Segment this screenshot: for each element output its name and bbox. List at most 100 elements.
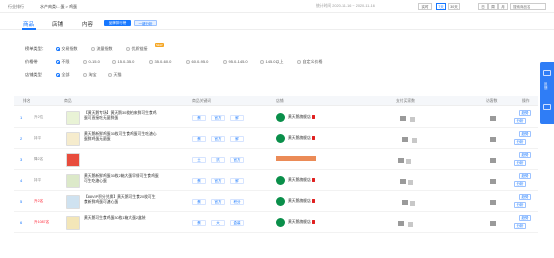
trend-button[interactable]: 趋势 (519, 173, 531, 179)
buyers-value-redacted (400, 116, 406, 121)
analyze-button[interactable]: 一键分析 (134, 20, 157, 26)
keyword-tag[interactable]: 鲜 (230, 136, 244, 142)
buyers-value-redacted (406, 159, 411, 164)
7day-button[interactable]: 7天 (436, 3, 446, 10)
trend-button[interactable]: 趋势 (519, 131, 531, 137)
shop-option-1[interactable]: 淘宝 (83, 72, 97, 78)
analyze-link[interactable]: 分析 (514, 118, 526, 124)
shop-name[interactable]: 黄天鹅旗舰店 (288, 136, 316, 141)
product-thumbnail[interactable] (66, 174, 80, 188)
buyers-value-redacted (408, 222, 413, 227)
product-thumbnail[interactable] (66, 132, 80, 146)
product-title[interactable]: 黄天鹅新鲜鸡蛋30枚2箱大蛋早餐可生食鸡蛋可生吃溏心蛋 (84, 174, 159, 184)
price-option-6[interactable]: 145.0以上 (260, 59, 284, 65)
analyze-link[interactable]: 分析 (514, 139, 526, 145)
visitors-value-redacted (490, 116, 496, 121)
product-title[interactable]: 黄天鹅可生食鸡蛋30枚1箱大蛋2盒装 (84, 216, 159, 221)
rank-option-2[interactable]: 优质链接 (126, 46, 148, 52)
breadcrumb-path[interactable]: 水产肉类/...蛋 > 鸡蛋 (40, 4, 77, 10)
tab-shop[interactable]: 店铺 (52, 20, 63, 28)
rank-option-1[interactable]: 流量指数 (91, 46, 113, 52)
col-keywords: 商品关键词 (192, 99, 211, 103)
shop-redacted (276, 156, 316, 161)
day-button[interactable]: 日 (478, 3, 488, 10)
trend-button[interactable]: 趋势 (519, 110, 531, 116)
col-visitors[interactable]: 访客数 (486, 99, 497, 104)
keyword-tag[interactable]: 积分 (230, 199, 244, 205)
table-row[interactable]: 4 持平 黄天鹅新鲜鸡蛋30枚2箱大蛋早餐可生食鸡蛋可生吃溏心蛋 蛋官方鲜 黄天鹅旗舰店… (14, 171, 538, 191)
breadcrumb-root[interactable]: 行业排行 (8, 4, 24, 10)
keyword-tag[interactable]: 官方 (230, 157, 244, 163)
table-row[interactable]: 1 升2位 【黄天鹅专场】黄天鹅30枚柏来鲜可生食鸡蛋可直接吃无菌鲜蛋 蛋官方鲜 黄天鹅… (14, 108, 538, 128)
keyword-tag[interactable]: 蛋 (192, 115, 206, 121)
price-option-2[interactable]: 15.0-35.0 (112, 59, 134, 64)
keyword-tag[interactable]: 蛋 (192, 199, 206, 205)
table-row[interactable]: 6 升1087名 黄天鹅可生食鸡蛋30枚1箱大蛋2盒装蛋大盒装 黄天鹅旗舰店 趋势 分析 (14, 213, 538, 233)
keyword-tag[interactable]: 鲜 (230, 178, 244, 184)
analyze-link[interactable]: 分析 (514, 181, 526, 187)
week-button[interactable]: 周 (488, 3, 498, 10)
trend-button[interactable]: 趋势 (519, 194, 531, 200)
keyword-tag[interactable]: 官方 (211, 136, 225, 142)
analyze-link[interactable]: 分析 (514, 160, 526, 166)
buyers-value-redacted (412, 138, 417, 143)
shop-name[interactable]: 黄天鹅旗舰店 (288, 178, 316, 183)
price-option-1[interactable]: 0-15.0 (83, 59, 100, 64)
product-thumbnail[interactable] (66, 153, 80, 167)
keyword-tag[interactable]: 官方 (211, 178, 225, 184)
keyword-tag[interactable]: 盒装 (230, 220, 244, 226)
col-buyers[interactable]: 支付买家数 (396, 99, 415, 104)
table-row[interactable]: 5 升2名 【88VIP积分兑换】黄天鹅可生食20枚可生食新鲜鸡蛋可溏心蛋 蛋官方 积分… (14, 192, 538, 212)
shop-option-0[interactable]: 全部 (56, 72, 70, 78)
tab-content[interactable]: 内容 (82, 20, 93, 28)
trend-button[interactable]: 趋势 (519, 215, 531, 221)
analyze-link[interactable]: 分析 (514, 202, 526, 208)
search-input[interactable] (510, 3, 546, 10)
shop-name[interactable]: 黄天鹅旗舰店 (288, 220, 316, 225)
trend-button[interactable]: 趋势 (519, 152, 531, 158)
keyword-tag[interactable]: 大 (211, 220, 225, 226)
table-row[interactable]: 2 持平 黄天鹅新鲜鸡蛋30枚可生食鸡蛋可生吃溏心蛋鲜鸡蛋无菌蛋 蛋官方鲜 黄天鹅旗舰店… (14, 129, 538, 149)
keyword-tag[interactable]: 鲜 (230, 115, 244, 121)
keyword-tag[interactable]: 官方 (211, 199, 225, 205)
product-thumbnail[interactable] (66, 195, 80, 209)
price-option-0[interactable]: 不限 (56, 59, 70, 65)
radio-selected-icon (56, 60, 60, 64)
price-option-custom[interactable]: 自定义价格 (297, 59, 323, 65)
keyword-tag[interactable]: 官方 (211, 115, 225, 121)
analyze-link[interactable]: 分析 (514, 223, 526, 229)
chat-icon[interactable] (543, 70, 551, 76)
price-option-5[interactable]: 95.0-145.0 (223, 59, 248, 64)
product-title[interactable]: 【黄天鹅专场】黄天鹅30枚柏来鲜可生食鸡蛋可直接吃无菌鲜蛋 (84, 111, 159, 121)
30day-button[interactable]: 30天 (448, 3, 460, 10)
month-button[interactable]: 月 (498, 3, 508, 10)
rank-type-label: 榜单类型： (25, 46, 46, 51)
keyword-tag[interactable]: 蛋 (192, 220, 206, 226)
shop-name[interactable]: 黄天鹅旗舰店 (288, 199, 316, 204)
new-tag: NEW (155, 43, 164, 47)
realtime-button[interactable]: 实时 (418, 3, 432, 10)
shop-name[interactable]: 黄天鹅旗舰店 (288, 115, 316, 120)
brand-rank-button[interactable]: 品牌排行榜 (104, 20, 131, 26)
keyword-tag[interactable]: 蛋 (192, 136, 206, 142)
keyword-tag[interactable]: 土 (192, 157, 206, 163)
product-title[interactable]: 【88VIP积分兑换】黄天鹅可生食20枚可生食新鲜鸡蛋可溏心蛋 (84, 195, 159, 205)
rank-option-0[interactable]: 交易指数 (56, 46, 78, 52)
table-row[interactable]: 3 降2名 土抗官方 趋势 分析 (14, 150, 538, 170)
price-option-4[interactable]: 60.0-95.0 (186, 59, 208, 64)
keyword-tag[interactable]: 蛋 (192, 178, 206, 184)
product-title[interactable]: 黄天鹅新鲜鸡蛋30枚可生食鸡蛋可生吃溏心蛋鲜鸡蛋无菌蛋 (84, 132, 159, 142)
buyers-value-redacted (402, 200, 408, 205)
shop-option-2[interactable]: 天猫 (108, 72, 122, 78)
feedback-panel[interactable]: 反馈 (540, 62, 554, 124)
product-thumbnail[interactable] (66, 111, 80, 125)
buyers-value-redacted (398, 158, 404, 163)
keyword-tag[interactable]: 抗 (211, 157, 225, 163)
radio-selected-icon (56, 47, 60, 51)
product-thumbnail[interactable] (66, 216, 80, 230)
shop-logo-icon (276, 218, 285, 227)
radio-icon (91, 47, 95, 51)
question-icon[interactable] (543, 104, 551, 110)
price-option-3[interactable]: 35.0-60.0 (149, 59, 171, 64)
tab-product[interactable]: 商品 (23, 20, 34, 28)
